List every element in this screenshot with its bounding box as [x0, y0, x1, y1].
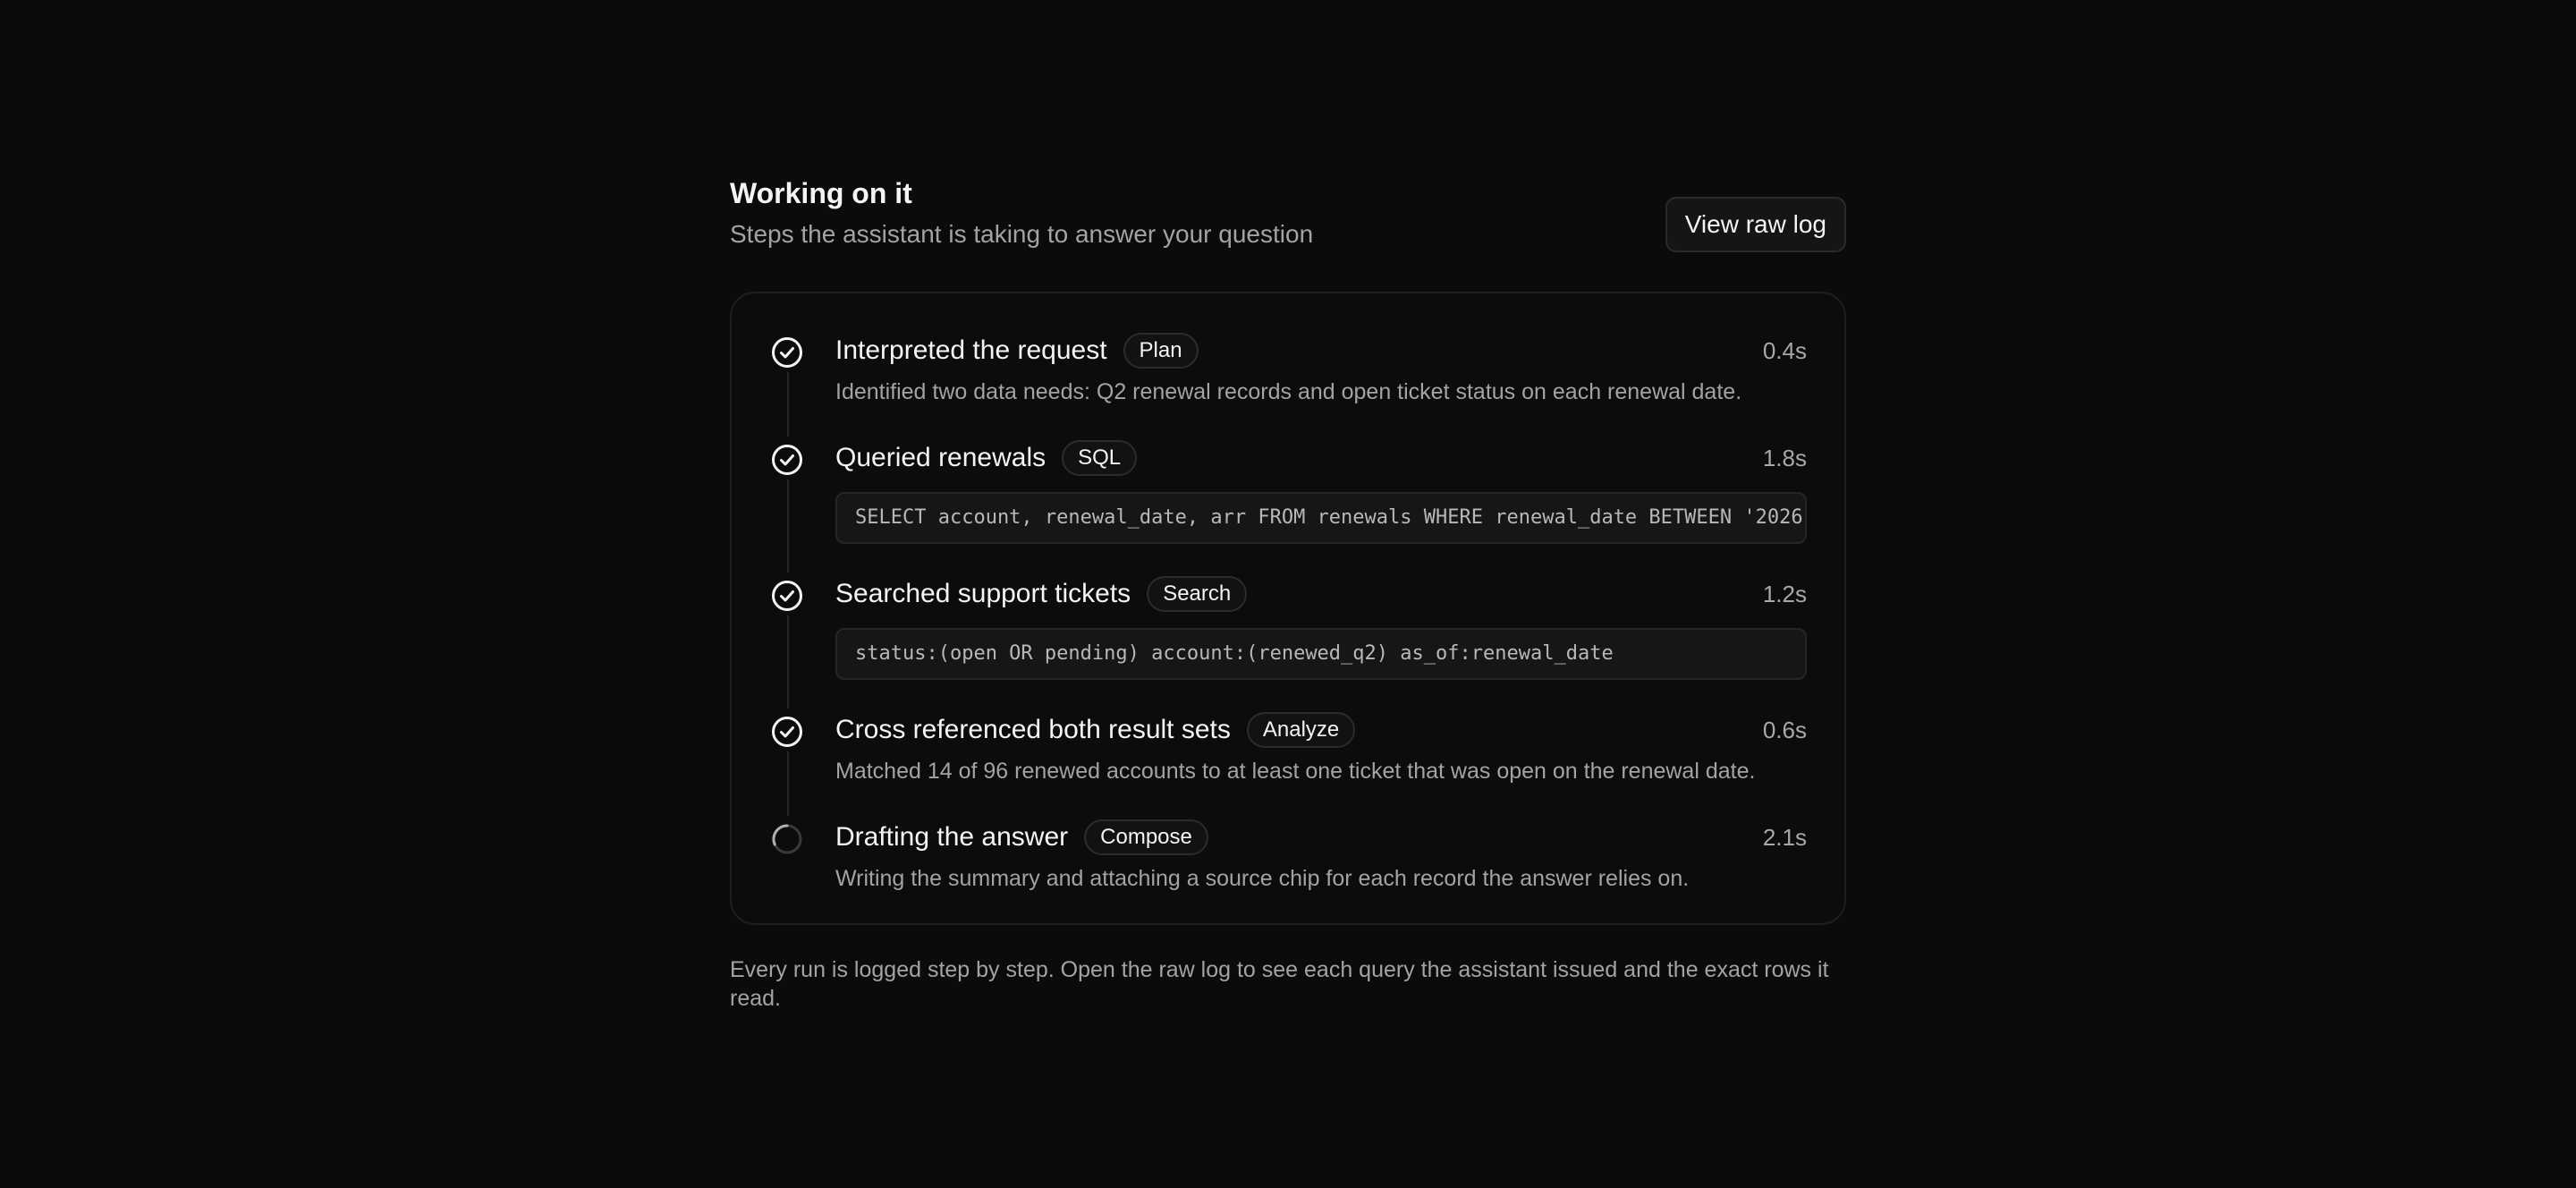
step-header: Queried renewals SQL: [835, 438, 1138, 478]
check-circle-icon: [772, 445, 802, 475]
step-description: Matched 14 of 96 renewed accounts to at …: [835, 759, 1756, 784]
footnote: Every run is logged step by step. Open t…: [730, 957, 1829, 1011]
step-title: Interpreted the request: [835, 335, 1107, 365]
step-type-chip: Search: [1147, 576, 1248, 612]
timeline-connector: [787, 615, 789, 709]
agent-progress-card: Working on it Steps the assistant is tak…: [730, 175, 1846, 1013]
check-circle-icon: [772, 337, 802, 368]
step-type-chip: Analyze: [1246, 712, 1356, 748]
step-duration: 2.1s: [1762, 824, 1807, 851]
step-header: Cross referenced both result sets Analyz…: [835, 710, 1356, 750]
step-title: Cross referenced both result sets: [835, 715, 1231, 744]
step-duration: 1.2s: [1762, 581, 1807, 607]
sql-query-block[interactable]: SELECT account, renewal_date, arr FROM r…: [835, 492, 1807, 544]
header: Working on it Steps the assistant is tak…: [730, 175, 1846, 292]
step-description: Identified two data needs: Q2 renewal re…: [835, 379, 1742, 404]
step-header: Drafting the answer Compose: [835, 818, 1208, 857]
step-title: Drafting the answer: [835, 822, 1069, 852]
step-title: Queried renewals: [835, 443, 1046, 472]
timeline-connector: [787, 479, 789, 573]
step-duration: 1.8s: [1762, 445, 1807, 471]
timeline-connector: [787, 751, 789, 816]
step-header: Searched support tickets Search: [835, 574, 1248, 614]
step-type-chip: Plan: [1123, 333, 1199, 369]
step-description: Writing the summary and attaching a sour…: [835, 866, 1690, 891]
check-circle-icon: [772, 717, 802, 747]
step-title: Searched support tickets: [835, 579, 1131, 608]
page-title: Working on it: [730, 177, 912, 209]
view-raw-log-button[interactable]: View raw log: [1665, 197, 1846, 252]
steps-panel: Interpreted the request Plan 0.4s Identi…: [730, 292, 1846, 925]
search-query-block[interactable]: status:(open OR pending) account:(renewe…: [835, 628, 1807, 680]
timeline-connector: [787, 372, 789, 437]
step-duration: 0.6s: [1762, 717, 1807, 743]
step-header: Interpreted the request Plan: [835, 331, 1199, 370]
check-circle-icon: [772, 581, 802, 611]
step-type-chip: SQL: [1062, 440, 1138, 476]
page-subtitle: Steps the assistant is taking to answer …: [730, 220, 1314, 248]
step-duration: 0.4s: [1762, 337, 1807, 364]
step-type-chip: Compose: [1084, 819, 1208, 855]
spinner-icon: [772, 824, 802, 854]
